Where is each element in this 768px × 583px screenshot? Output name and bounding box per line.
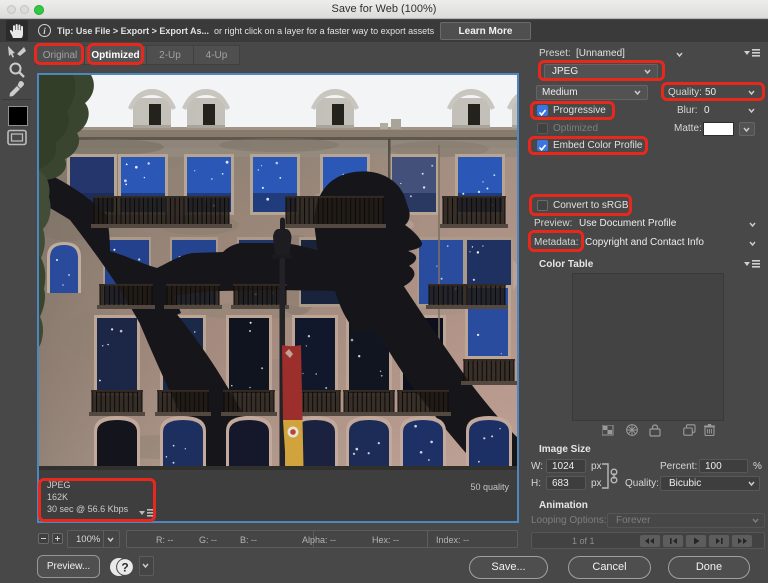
svg-text:?: ? [121, 561, 128, 575]
